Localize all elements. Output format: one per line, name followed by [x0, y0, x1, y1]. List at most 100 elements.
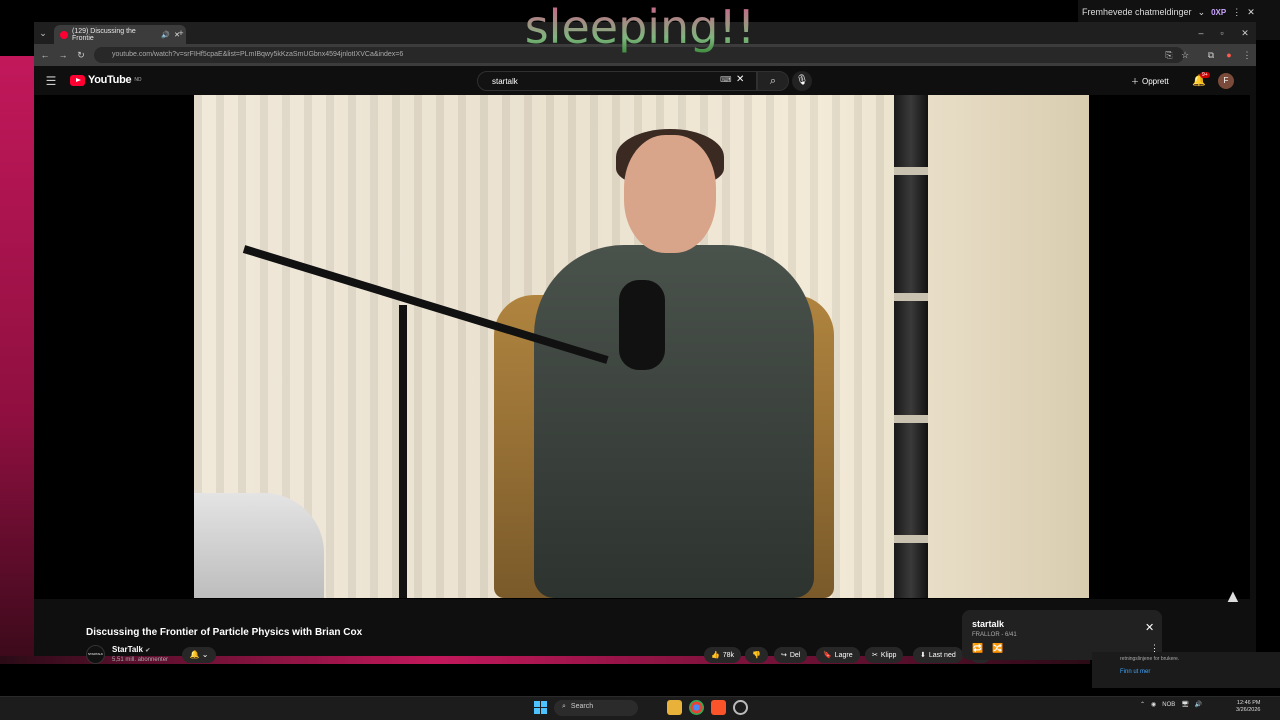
- taskbar-search[interactable]: ⌕ Search: [554, 700, 638, 716]
- thumbs-down-icon: 👎: [752, 652, 761, 659]
- install-icon[interactable]: ⎘: [1162, 48, 1176, 62]
- guest-face: [624, 135, 716, 253]
- thumbs-up-icon: 👍: [711, 652, 720, 659]
- search-icon: ⌕: [769, 75, 777, 87]
- shuffle-icon[interactable]: 🔀: [992, 643, 1003, 654]
- save-button[interactable]: 🔖 Lagre: [816, 647, 860, 663]
- like-button[interactable]: 👍 78k: [704, 647, 742, 663]
- overlay-more-icon[interactable]: ⋮: [1232, 7, 1241, 18]
- obs-icon[interactable]: [733, 700, 748, 715]
- tab-list-icon[interactable]: ⌄: [36, 26, 50, 40]
- video-title: Discussing the Frontier of Particle Phys…: [86, 627, 363, 638]
- minimize-icon[interactable]: –: [1194, 26, 1208, 40]
- volume-icon[interactable]: 🔊: [1195, 701, 1202, 708]
- profile-icon[interactable]: ●: [1222, 48, 1236, 62]
- youtube-favicon-icon: [60, 30, 68, 39]
- subscriber-count: 5,51 mill. abonnenter: [112, 657, 169, 663]
- video-frame[interactable]: [194, 95, 1089, 598]
- channel-avatar[interactable]: STARTALK: [86, 645, 105, 664]
- tab-youtube[interactable]: (129) Discussing the Frontie 🔊 ✕: [54, 25, 186, 44]
- stream-highlight-bar[interactable]: Fremhevede chatmeldinger ⌄ 0XP ⋮ ✕: [1082, 2, 1278, 22]
- verified-icon: ✔: [145, 648, 151, 654]
- youtube-logo-text: YouTube: [88, 74, 132, 86]
- save-label: Lagre: [834, 651, 853, 659]
- podcast-microphone: [619, 280, 665, 370]
- side-table: [194, 493, 324, 598]
- dislike-button[interactable]: 👎: [745, 647, 768, 663]
- file-explorer-icon[interactable]: [667, 700, 682, 715]
- plus-icon: ＋: [1131, 76, 1139, 86]
- taskbar: [0, 696, 1280, 720]
- hamburger-menu-icon[interactable]: ☰: [44, 74, 58, 88]
- youtube-logo[interactable]: YouTube NO: [70, 74, 142, 86]
- browser-window: ⌄ (129) Discussing the Frontie 🔊 ✕ + – ▫…: [34, 22, 1256, 664]
- download-button[interactable]: ⬇ Last ned: [913, 647, 963, 663]
- channel-name-text: StarTalk: [112, 645, 143, 654]
- overlay-close-icon[interactable]: ✕: [1247, 7, 1255, 18]
- network-icon[interactable]: 🖥: [1181, 701, 1189, 708]
- bookmark-star-icon[interactable]: ☆: [1178, 48, 1192, 62]
- clip-button[interactable]: ✂ Klipp: [865, 647, 904, 663]
- system-tray: ⌃ ◉ NOB 🖥 🔊: [1140, 701, 1202, 709]
- notification-text: retningslinjene for brukere.: [1120, 656, 1180, 662]
- sleeping-caption: sleeping!!: [520, 0, 760, 54]
- clock-time: 12:46 PM: [1236, 700, 1261, 706]
- guest-body: [534, 245, 814, 598]
- stream-highlight-label: Fremhevede chatmeldinger: [1082, 7, 1192, 17]
- share-button[interactable]: ↪ Del: [774, 647, 808, 663]
- background-pole: [894, 95, 928, 598]
- browser-menu-icon[interactable]: ⋮: [1240, 48, 1254, 62]
- voice-search-button[interactable]: 🎙: [792, 71, 812, 91]
- taskbar-search-icon: ⌕: [562, 703, 566, 710]
- tab-title: (129) Discussing the Frontie: [72, 27, 136, 42]
- microphone-stand: [399, 305, 407, 598]
- search-button[interactable]: ⌕: [757, 71, 789, 91]
- tray-lang[interactable]: NOB: [1162, 702, 1175, 708]
- playlist-title[interactable]: startalk: [972, 619, 1004, 629]
- chrome-icon[interactable]: [689, 700, 704, 715]
- stream-overlay-pink-panel: [0, 56, 36, 664]
- speaker-icon: 🔊: [161, 31, 171, 39]
- clip-label: Klipp: [880, 651, 897, 659]
- back-icon[interactable]: ←: [38, 48, 52, 62]
- tray-app-icon[interactable]: ◉: [1151, 701, 1156, 708]
- subscribed-bell-button[interactable]: 🔔 ⌄: [182, 647, 216, 663]
- youtube-region-code: NO: [134, 77, 142, 83]
- playlist-subtitle: FRALLOR - 6/41: [972, 632, 1017, 638]
- clear-search-icon[interactable]: ✕: [736, 74, 744, 85]
- user-avatar[interactable]: F: [1218, 73, 1234, 89]
- window-close-icon[interactable]: ✕: [1238, 26, 1252, 40]
- loop-icon[interactable]: 🔁: [972, 643, 983, 654]
- forward-icon[interactable]: →: [56, 48, 70, 62]
- brave-icon[interactable]: [711, 700, 726, 715]
- reload-icon[interactable]: ↻: [74, 48, 88, 62]
- create-label: Opprett: [1142, 76, 1169, 86]
- windows-start-icon[interactable]: [534, 701, 547, 714]
- create-button[interactable]: ＋ Opprett: [1131, 72, 1169, 90]
- taskbar-clock[interactable]: 12:46 PM 3/26/2026: [1236, 700, 1260, 714]
- channel-watermark-icon[interactable]: ▲: [1224, 586, 1242, 607]
- chevron-down-icon: ⌄: [1197, 6, 1206, 17]
- oxp-badge: 0XP: [1211, 7, 1227, 17]
- new-tab-icon[interactable]: +: [174, 26, 188, 40]
- maximize-icon[interactable]: ▫: [1215, 26, 1229, 40]
- keyboard-icon[interactable]: ⌨: [720, 75, 732, 84]
- microphone-icon: 🎙: [795, 75, 809, 86]
- clock-date: 3/26/2026: [1236, 707, 1261, 713]
- playlist-close-icon[interactable]: ✕: [1145, 621, 1154, 634]
- url-text: youtube.com/watch?v=srFIHf5cpaE&list=PLm…: [112, 51, 404, 58]
- search-input[interactable]: startalk ⌨ ✕: [477, 71, 757, 91]
- download-label: Last ned: [928, 651, 956, 659]
- taskbar-search-placeholder: Search: [570, 703, 594, 710]
- bell-icon: 🔔 ⌄: [189, 650, 209, 659]
- extensions-icon[interactable]: ⧉: [1204, 48, 1218, 62]
- like-count: 78k: [722, 651, 735, 659]
- channel-name[interactable]: StarTalk ✔: [112, 645, 150, 654]
- bookmark-icon: 🔖: [823, 652, 832, 659]
- share-label: Del: [789, 651, 801, 659]
- notification-learn-more-link[interactable]: Finn ut mer: [1120, 669, 1150, 675]
- notification-count-badge: 9+: [1200, 72, 1210, 78]
- share-icon: ↪: [781, 652, 787, 659]
- tray-chevron-icon[interactable]: ⌃: [1140, 701, 1145, 708]
- download-icon: ⬇: [920, 652, 926, 659]
